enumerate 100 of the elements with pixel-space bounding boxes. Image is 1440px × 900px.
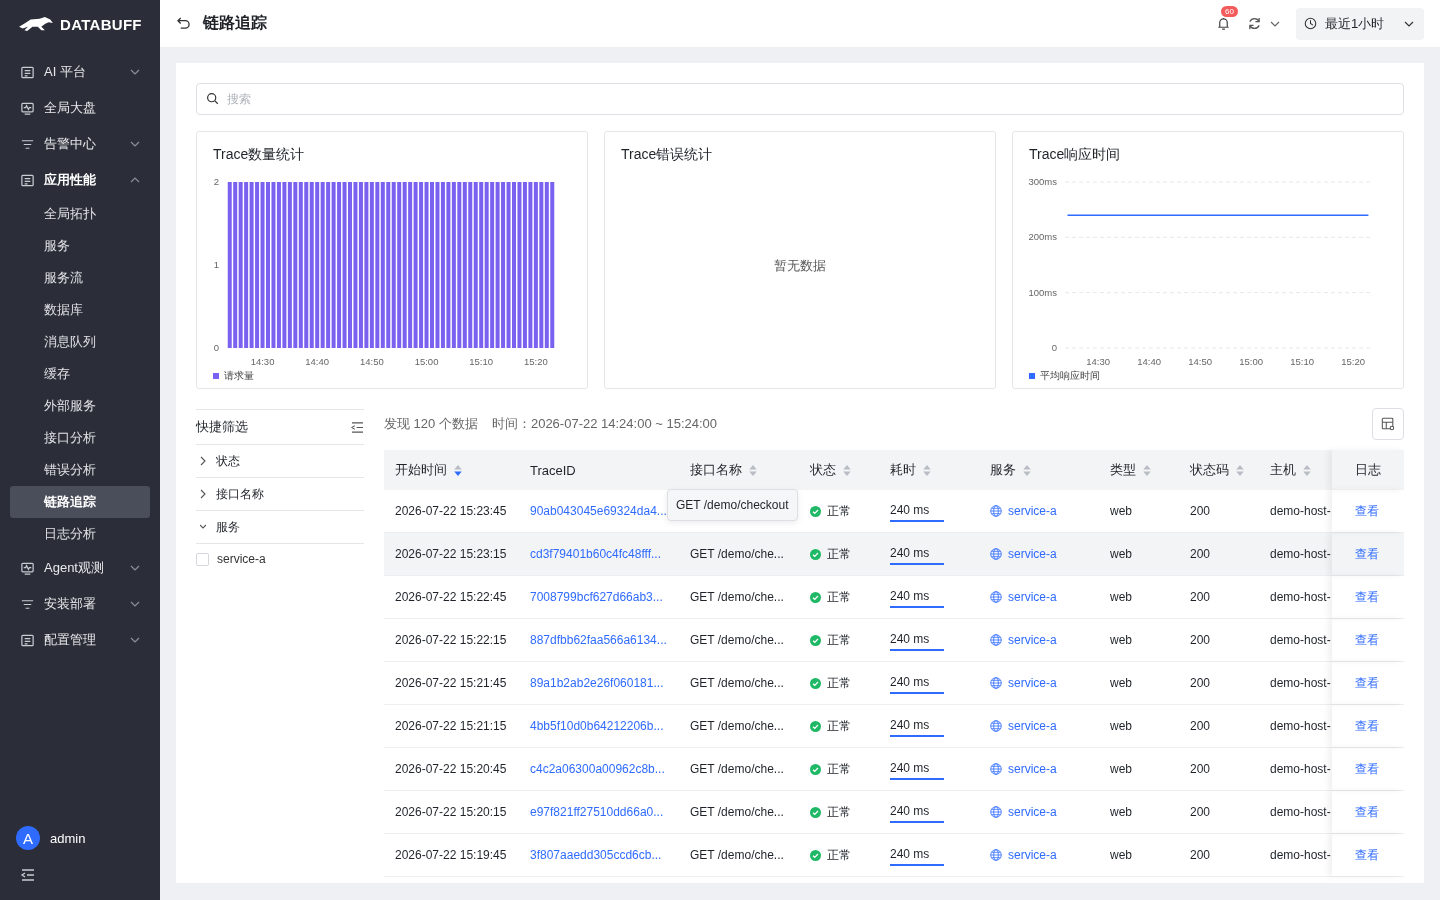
table-row[interactable]: 2026-07-22 15:20:45 c4c2a06300a00962c8b... GET /demo/che... 正常 240 ms service-a web 200 demo-host- 查看 bbox=[384, 748, 1404, 791]
trace-id-link[interactable]: c4c2a06300a00962c8b... bbox=[530, 762, 665, 776]
submenu-item[interactable]: 服务 bbox=[10, 230, 150, 262]
duration-value: 240 ms bbox=[890, 545, 944, 565]
trace-id-link[interactable]: cd3f79401b60c4fc48fff... bbox=[530, 547, 661, 561]
submenu-item[interactable]: 错误分析 bbox=[10, 454, 150, 486]
view-log-link[interactable]: 查看 bbox=[1355, 545, 1379, 563]
service-link[interactable]: service-a bbox=[1008, 633, 1057, 647]
trace-id-link[interactable]: 89a1b2ab2e26f060181... bbox=[530, 676, 664, 690]
column-header[interactable]: 类型 bbox=[1099, 450, 1179, 490]
submenu-item[interactable]: 外部服务 bbox=[10, 390, 150, 422]
submenu-item[interactable]: 服务流 bbox=[10, 262, 150, 294]
table-row[interactable]: 2026-07-22 15:20:15 e97f821ff27510dd66a0... GET /demo/che... 正常 240 ms service-a web 200 demo-host- 查看 bbox=[384, 791, 1404, 834]
axis-tick-label: 2 bbox=[213, 176, 219, 187]
trace-id-link[interactable]: 3f807aaedd305ccd6cb... bbox=[530, 848, 662, 862]
filter-group[interactable]: 服务 bbox=[196, 511, 364, 544]
menu-item[interactable]: 配置管理 bbox=[0, 622, 160, 658]
axis-tick-label: 300ms bbox=[1028, 176, 1057, 187]
view-log-link[interactable]: 查看 bbox=[1355, 588, 1379, 606]
filter-group[interactable]: 接口名称 bbox=[196, 478, 364, 511]
filter-title: 快捷筛选 bbox=[196, 418, 248, 436]
column-header[interactable]: 日志 bbox=[1332, 450, 1404, 490]
submenu-item[interactable]: 日志分析 bbox=[10, 518, 150, 550]
endpoint-name: GET /demo/che... bbox=[690, 848, 784, 862]
column-header[interactable]: TraceID bbox=[519, 450, 679, 490]
time-range-select[interactable]: 最近1小时 bbox=[1296, 7, 1424, 40]
view-log-link[interactable]: 查看 bbox=[1355, 803, 1379, 821]
avatar[interactable]: A bbox=[16, 826, 40, 850]
column-header[interactable]: 接口名称 bbox=[679, 450, 799, 490]
service-link[interactable]: service-a bbox=[1008, 676, 1057, 690]
start-time: 2026-07-22 15:20:15 bbox=[395, 805, 507, 819]
checkbox[interactable] bbox=[196, 552, 209, 566]
menu-item[interactable]: 告警中心 bbox=[0, 126, 160, 162]
menu-item[interactable]: AI 平台 bbox=[0, 54, 160, 90]
host-name: demo-host- bbox=[1270, 633, 1331, 647]
menu-item[interactable]: 全局大盘 bbox=[0, 90, 160, 126]
duration-value: 240 ms bbox=[890, 803, 944, 823]
column-header[interactable]: 状态 bbox=[799, 450, 879, 490]
status-text: 正常 bbox=[827, 846, 851, 864]
table-row[interactable]: 2026-07-22 15:21:15 4bb5f10d0b64212206b... GET /demo/che... 正常 240 ms service-a web 200 demo-host- 查看 bbox=[384, 705, 1404, 748]
endpoint-name: GET /demo/che... bbox=[690, 762, 784, 776]
type-text: web bbox=[1110, 590, 1132, 604]
submenu-item[interactable]: 接口分析 bbox=[10, 422, 150, 454]
back-icon[interactable] bbox=[176, 17, 191, 30]
service-link[interactable]: service-a bbox=[1008, 805, 1057, 819]
menu-item[interactable]: 应用性能 bbox=[0, 162, 160, 198]
column-header[interactable]: 开始时间 bbox=[384, 450, 519, 490]
view-log-link[interactable]: 查看 bbox=[1355, 502, 1379, 520]
type-text: web bbox=[1110, 547, 1132, 561]
service-link[interactable]: service-a bbox=[1008, 504, 1057, 518]
view-log-link[interactable]: 查看 bbox=[1355, 846, 1379, 864]
collapse-panel-icon[interactable] bbox=[351, 421, 364, 433]
trace-id-link[interactable]: 7008799bcf627d66ab3... bbox=[530, 590, 663, 604]
column-header[interactable]: 服务 bbox=[979, 450, 1099, 490]
host-name: demo-host- bbox=[1270, 676, 1331, 690]
trace-id-link[interactable]: e97f821ff27510dd66a0... bbox=[530, 805, 664, 819]
service-link[interactable]: service-a bbox=[1008, 547, 1057, 561]
check-circle-icon bbox=[810, 634, 821, 646]
view-log-link[interactable]: 查看 bbox=[1355, 717, 1379, 735]
refresh-button[interactable] bbox=[1247, 16, 1280, 31]
service-link[interactable]: service-a bbox=[1008, 590, 1057, 604]
table-row[interactable]: 2026-07-22 15:22:45 7008799bcf627d66ab3... GET /demo/che... 正常 240 ms service-a web 200 demo-host- 查看 bbox=[384, 576, 1404, 619]
table-row[interactable]: 2026-07-22 15:22:15 887dfbb62faa566a6134... GET /demo/che... 正常 240 ms service-a web 200 demo-host- 查看 bbox=[384, 619, 1404, 662]
legend-swatch bbox=[1029, 373, 1035, 379]
menu-icon bbox=[20, 560, 35, 576]
submenu-item[interactable]: 消息队列 bbox=[10, 326, 150, 358]
trace-id-link[interactable]: 4bb5f10d0b64212206b... bbox=[530, 719, 664, 733]
column-settings-button[interactable] bbox=[1372, 408, 1404, 440]
view-log-link[interactable]: 查看 bbox=[1355, 631, 1379, 649]
collapse-menu-icon[interactable] bbox=[20, 868, 36, 882]
column-header[interactable]: 耗时 bbox=[879, 450, 979, 490]
start-time: 2026-07-22 15:23:45 bbox=[395, 504, 507, 518]
tooltip: GET /demo/checkout bbox=[667, 489, 798, 521]
axis-tick-label: 14:50 bbox=[360, 356, 384, 367]
submenu-item[interactable]: 链路追踪 bbox=[10, 486, 150, 518]
trace-id-link[interactable]: 887dfbb62faa566a6134... bbox=[530, 633, 667, 647]
trace-id-link[interactable]: 90ab043045e69324da4... bbox=[530, 504, 667, 518]
submenu-item[interactable]: 数据库 bbox=[10, 294, 150, 326]
service-link[interactable]: service-a bbox=[1008, 719, 1057, 733]
menu-item[interactable]: 安装部署 bbox=[0, 586, 160, 622]
service-link[interactable]: service-a bbox=[1008, 762, 1057, 776]
table-row[interactable]: 2026-07-22 15:23:15 cd3f79401b60c4fc48fff... GET /demo/che... 正常 240 ms service-a web 200 demo-host- 查看 bbox=[384, 533, 1404, 576]
view-log-link[interactable]: 查看 bbox=[1355, 760, 1379, 778]
bell-icon[interactable] bbox=[1216, 16, 1231, 31]
submenu-item[interactable]: 缓存 bbox=[10, 358, 150, 390]
column-header[interactable]: 状态码 bbox=[1179, 450, 1259, 490]
submenu-item[interactable]: 全局拓扑 bbox=[10, 198, 150, 230]
view-log-link[interactable]: 查看 bbox=[1355, 674, 1379, 692]
table-row[interactable]: 2026-07-22 15:19:45 3f807aaedd305ccd6cb... GET /demo/che... 正常 240 ms service-a web 200 demo-host- 查看 bbox=[384, 834, 1404, 877]
search-field[interactable]: 搜索 bbox=[196, 83, 1404, 115]
axis-tick-label: 200ms bbox=[1028, 231, 1057, 243]
type-text: web bbox=[1110, 719, 1132, 733]
check-circle-icon bbox=[810, 677, 821, 689]
service-link[interactable]: service-a bbox=[1008, 848, 1057, 862]
table-row[interactable]: 2026-07-22 15:21:45 89a1b2ab2e26f060181... GET /demo/che... 正常 240 ms service-a web 200 demo-host- 查看 bbox=[384, 662, 1404, 705]
column-header[interactable]: 主机 bbox=[1259, 450, 1332, 490]
menu-item[interactable]: Agent观测 bbox=[0, 550, 160, 586]
empty-state-text: 暂无数据 bbox=[774, 257, 826, 275]
status-text: 正常 bbox=[827, 674, 851, 692]
filter-group[interactable]: 状态 bbox=[196, 445, 364, 478]
